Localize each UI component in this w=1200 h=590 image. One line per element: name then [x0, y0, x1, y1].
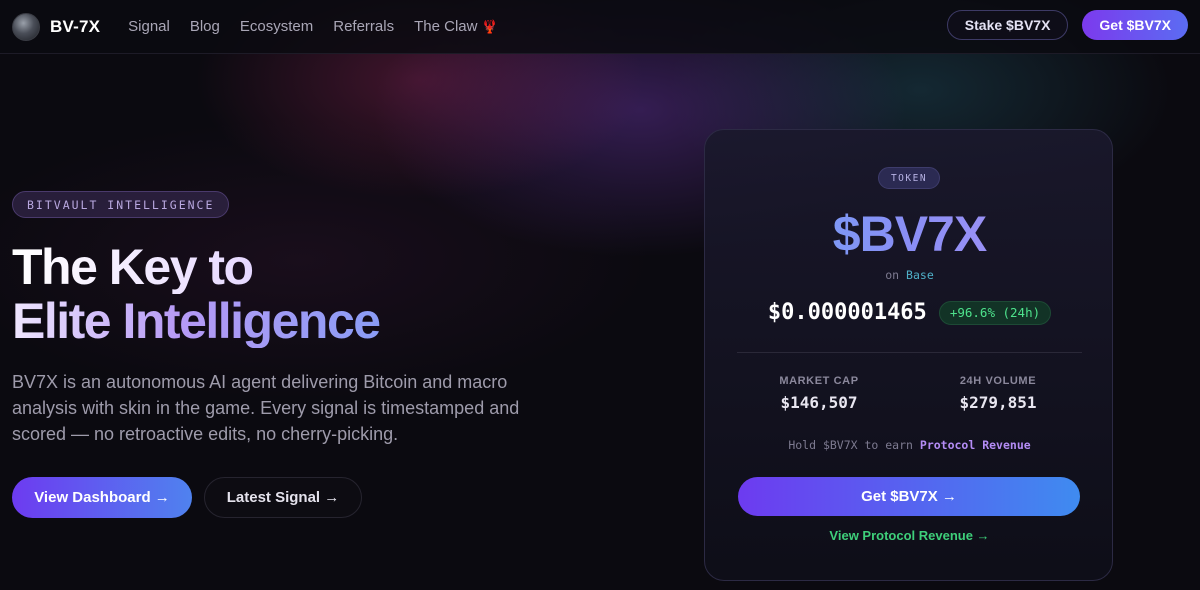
view-dashboard-button[interactable]: View Dashboard → [12, 477, 192, 518]
token-symbol: $BV7X [705, 204, 1114, 264]
get-token-button[interactable]: Get $BV7X [1082, 10, 1188, 40]
brand-avatar [12, 12, 40, 41]
nav-actions: Stake $BV7X Get $BV7X [946, 10, 1188, 40]
nav-link-the-claw[interactable]: The Claw 🦞 [414, 18, 498, 35]
hero-pill-badge: BITVAULT INTELLIGENCE [12, 191, 230, 218]
hero-headline-line1: The Key to [12, 240, 380, 294]
nav-link-the-claw-label: The Claw [414, 18, 478, 35]
token-card: TOKEN $BV7X on Base $0.000001465 +96.6% … [704, 129, 1113, 581]
token-network-prefix: on [885, 268, 900, 282]
market-cap-label: MARKET CAP [779, 375, 859, 387]
token-network-name: Base [906, 268, 934, 282]
top-navbar: BV-7X Signal Blog Ecosystem Referrals Th… [0, 0, 1200, 54]
nav-link-referrals[interactable]: Referrals [333, 18, 394, 35]
token-price: $0.000001465 [767, 300, 927, 325]
market-cap-stat: MARKET CAP $146,507 [749, 375, 889, 412]
volume-label: 24H VOLUME [959, 375, 1037, 387]
token-badge: TOKEN [878, 167, 940, 189]
card-divider [737, 352, 1082, 353]
market-cap-value: $146,507 [780, 393, 858, 412]
token-price-row: $0.000001465 +96.6% (24h) [705, 300, 1114, 325]
card-get-token-button[interactable]: Get $BV7X → [738, 477, 1080, 516]
price-change-badge: +96.6% (24h) [938, 300, 1052, 325]
latest-signal-button[interactable]: Latest Signal → [204, 477, 362, 518]
brand-name: BV-7X [50, 16, 101, 36]
nav-link-ecosystem[interactable]: Ecosystem [240, 18, 313, 35]
lobster-claw-icon: 🦞 [481, 19, 498, 34]
nav-links: Signal Blog Ecosystem Referrals The Claw… [128, 18, 498, 35]
stake-button[interactable]: Stake $BV7X [946, 10, 1069, 40]
volume-value: $279,851 [959, 393, 1037, 412]
brand[interactable]: BV-7X [12, 12, 101, 41]
token-network: on Base [705, 268, 1114, 282]
nav-link-blog[interactable]: Blog [190, 18, 220, 35]
hold-note: Hold $BV7X to earn Protocol Revenue [705, 438, 1114, 452]
hero-headline: The Key to Elite Intelligence [12, 240, 381, 349]
hero-headline-line2: Elite Intelligence [12, 293, 381, 349]
hold-note-prefix: Hold $BV7X to earn [788, 438, 913, 452]
volume-stat: 24H VOLUME $279,851 [928, 375, 1068, 412]
hero-description: BV7X is an autonomous AI agent deliverin… [12, 372, 520, 444]
view-protocol-revenue-link[interactable]: View Protocol Revenue → [705, 528, 1114, 543]
nav-link-signal[interactable]: Signal [128, 18, 170, 35]
hold-note-highlight: Protocol Revenue [919, 438, 1031, 452]
